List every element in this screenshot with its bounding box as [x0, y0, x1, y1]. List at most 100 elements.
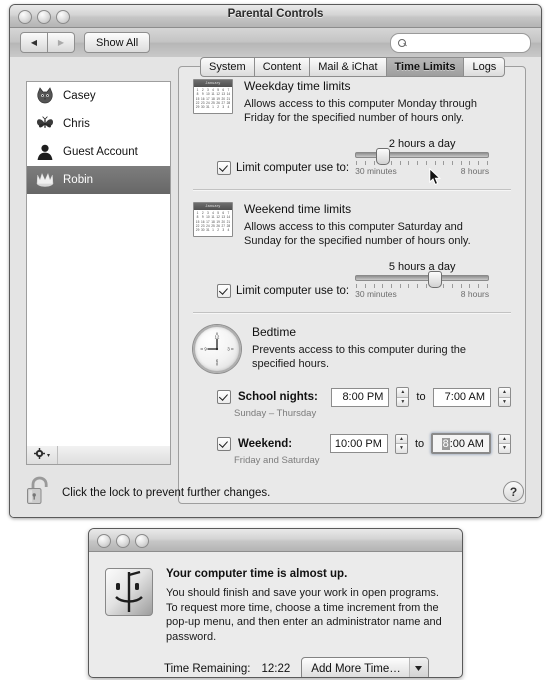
tab-mail-ichat[interactable]: Mail & iChat [309, 57, 386, 77]
unlocked-padlock-icon[interactable] [26, 476, 52, 511]
slider-tick [460, 161, 462, 165]
dialog-message: You should finish and save your work in … [166, 587, 442, 643]
weekday-controls: Limit computer use to: 2 hours a day 30 … [217, 138, 511, 178]
slider-tick [399, 284, 401, 288]
weekday-limit-checkbox[interactable] [217, 161, 231, 175]
window-title: Parental Controls [227, 8, 324, 20]
sidebar-action-bar: ▾ [26, 446, 171, 465]
help-button[interactable]: ? [503, 481, 524, 502]
dialog-titlebar[interactable] [89, 529, 462, 552]
user-name: Casey [63, 90, 96, 102]
weekend-slider-thumb[interactable] [428, 271, 443, 288]
weekend-limit-checkbox-wrapper[interactable]: Limit computer use to: [217, 284, 349, 301]
slider-tick [425, 284, 427, 288]
stepper-up-icon[interactable]: ▲ [498, 434, 510, 444]
slider-tick [469, 161, 471, 165]
svg-text:3: 3 [227, 346, 230, 351]
add-more-time-label: Add More Time… [311, 662, 401, 675]
weekday-description: Allows access to this computer Monday th… [244, 98, 477, 124]
weekend-bedtime-checkbox[interactable] [217, 436, 231, 451]
tab-logs[interactable]: Logs [463, 57, 506, 77]
forward-button[interactable]: ▶ [48, 32, 75, 53]
weekday-title: Weekday time limits [244, 79, 351, 93]
school-nights-start-stepper[interactable]: ▲ ▼ [396, 387, 410, 407]
weekday-limit-label: Limit computer use to: [236, 162, 350, 174]
weekend-bedtime-to-word: to [414, 437, 425, 450]
weekend-bedtime-row: Weekend: 10:00 PM ▲ ▼ to 8:00 AM ▲ ▼ [217, 433, 511, 454]
weekday-slider-track[interactable] [355, 148, 490, 165]
slider-tick [443, 284, 445, 288]
dialog-zoom-button[interactable] [135, 534, 149, 548]
window-titlebar[interactable]: Parental Controls [10, 5, 541, 28]
weekend-slider-track[interactable] [355, 271, 490, 288]
slider-tick [364, 161, 366, 165]
weekday-slider[interactable]: 2 hours a day 30 minutes 8 hours [355, 138, 490, 178]
weekend-bedtime-start-stepper[interactable]: ▲ ▼ [394, 433, 408, 454]
search-icon [398, 38, 407, 48]
search-input[interactable] [411, 36, 515, 50]
chevron-down-icon[interactable] [408, 658, 428, 677]
weekend-bedtime-start-field[interactable]: 10:00 PM [330, 434, 388, 453]
stepper-down-icon[interactable]: ▼ [395, 444, 407, 453]
calendar-grid: 1 2 3 4 5 6 7 8 9 10 11 12 13 14 15 16 17 18 19 20 21 22 23 24 2… [194, 87, 232, 110]
slider-tick [486, 284, 488, 288]
weekend-bedtime-end-field[interactable]: 8:00 AM [431, 433, 491, 454]
search-field[interactable] [390, 33, 531, 53]
tab-system[interactable]: System [200, 57, 254, 77]
svg-text:12: 12 [215, 335, 220, 340]
user-row-guest-account[interactable]: Guest Account [27, 138, 170, 166]
stepper-down-icon[interactable]: ▼ [397, 397, 409, 406]
user-row-robin[interactable]: Robin [27, 166, 170, 194]
school-nights-checkbox[interactable] [217, 390, 231, 404]
slider-tick [356, 161, 358, 165]
action-gear-button[interactable]: ▾ [27, 446, 58, 464]
slider-tick [460, 284, 462, 288]
stepper-down-icon[interactable]: ▼ [498, 444, 510, 453]
stepper-down-icon[interactable]: ▼ [499, 397, 510, 406]
weekday-section: January 1 2 3 4 5 6 7 8 9 10 11 12 13 14 15 16 17 18 19 20 2… [179, 67, 525, 178]
stepper-up-icon[interactable]: ▲ [395, 434, 407, 444]
weekend-bedtime-end-selected-digit: 8 [441, 437, 450, 450]
calendar-month-label: January [194, 80, 232, 87]
user-row-casey[interactable]: Casey [27, 82, 170, 110]
school-nights-to-word: to [416, 391, 426, 403]
user-row-chris[interactable]: Chris [27, 110, 170, 138]
weekend-limit-checkbox[interactable] [217, 284, 231, 298]
back-button[interactable]: ◀ [20, 32, 48, 53]
calendar-day: 4 [227, 228, 230, 233]
slider-tick [391, 161, 393, 165]
weekend-bedtime-end-stepper[interactable]: ▲ ▼ [497, 433, 511, 454]
slider-tick [408, 284, 410, 288]
crown-icon [35, 170, 55, 190]
butterfly-icon [35, 114, 55, 134]
bedtime-title: Bedtime [252, 325, 297, 339]
stepper-up-icon[interactable]: ▲ [397, 388, 409, 398]
slider-tick [373, 161, 375, 165]
stepper-up-icon[interactable]: ▲ [499, 388, 510, 398]
school-nights-end-field[interactable]: 7:00 AM [432, 387, 491, 407]
window-toolbar: ◀ ▶ Show All [10, 28, 541, 58]
weekday-limit-checkbox-wrapper[interactable]: Limit computer use to: [217, 161, 349, 178]
dialog-close-button[interactable] [97, 534, 111, 548]
calendar-icon: January 1 2 3 4 5 6 7 8 9 10 11 12 13 14 15 16 17 18 19 20 2… [193, 79, 233, 114]
person-icon [35, 142, 55, 162]
weekday-slider-thumb[interactable] [375, 148, 390, 165]
school-nights-end-stepper[interactable]: ▲ ▼ [498, 387, 511, 407]
slider-tick [399, 161, 401, 165]
bedtime-section: 12 3 6 9 Bedtime Prevents access to this… [179, 313, 525, 466]
weekend-slider[interactable]: 5 hours a day 30 minutes 8 hours [355, 261, 490, 301]
weekend-title: Weekend time limits [244, 202, 352, 216]
slider-tick [469, 284, 471, 288]
slider-tick [452, 284, 454, 288]
school-nights-start-field[interactable]: 8:00 PM [331, 387, 390, 407]
dialog-minimize-button[interactable] [116, 534, 130, 548]
tab-time-limits[interactable]: Time Limits [385, 57, 464, 77]
parental-controls-window: Parental Controls ◀ ▶ Show All Casey Chr… [9, 4, 542, 518]
navigation-buttons: ◀ ▶ [20, 32, 75, 53]
tab-content[interactable]: Content [253, 57, 310, 77]
slider-tick [486, 161, 488, 165]
lock-bar-text: Click the lock to prevent further change… [62, 487, 271, 499]
weekday-slider-max: 8 hours [460, 166, 490, 176]
add-more-time-popup-button[interactable]: Add More Time… [301, 657, 429, 677]
show-all-button[interactable]: Show All [84, 32, 151, 53]
